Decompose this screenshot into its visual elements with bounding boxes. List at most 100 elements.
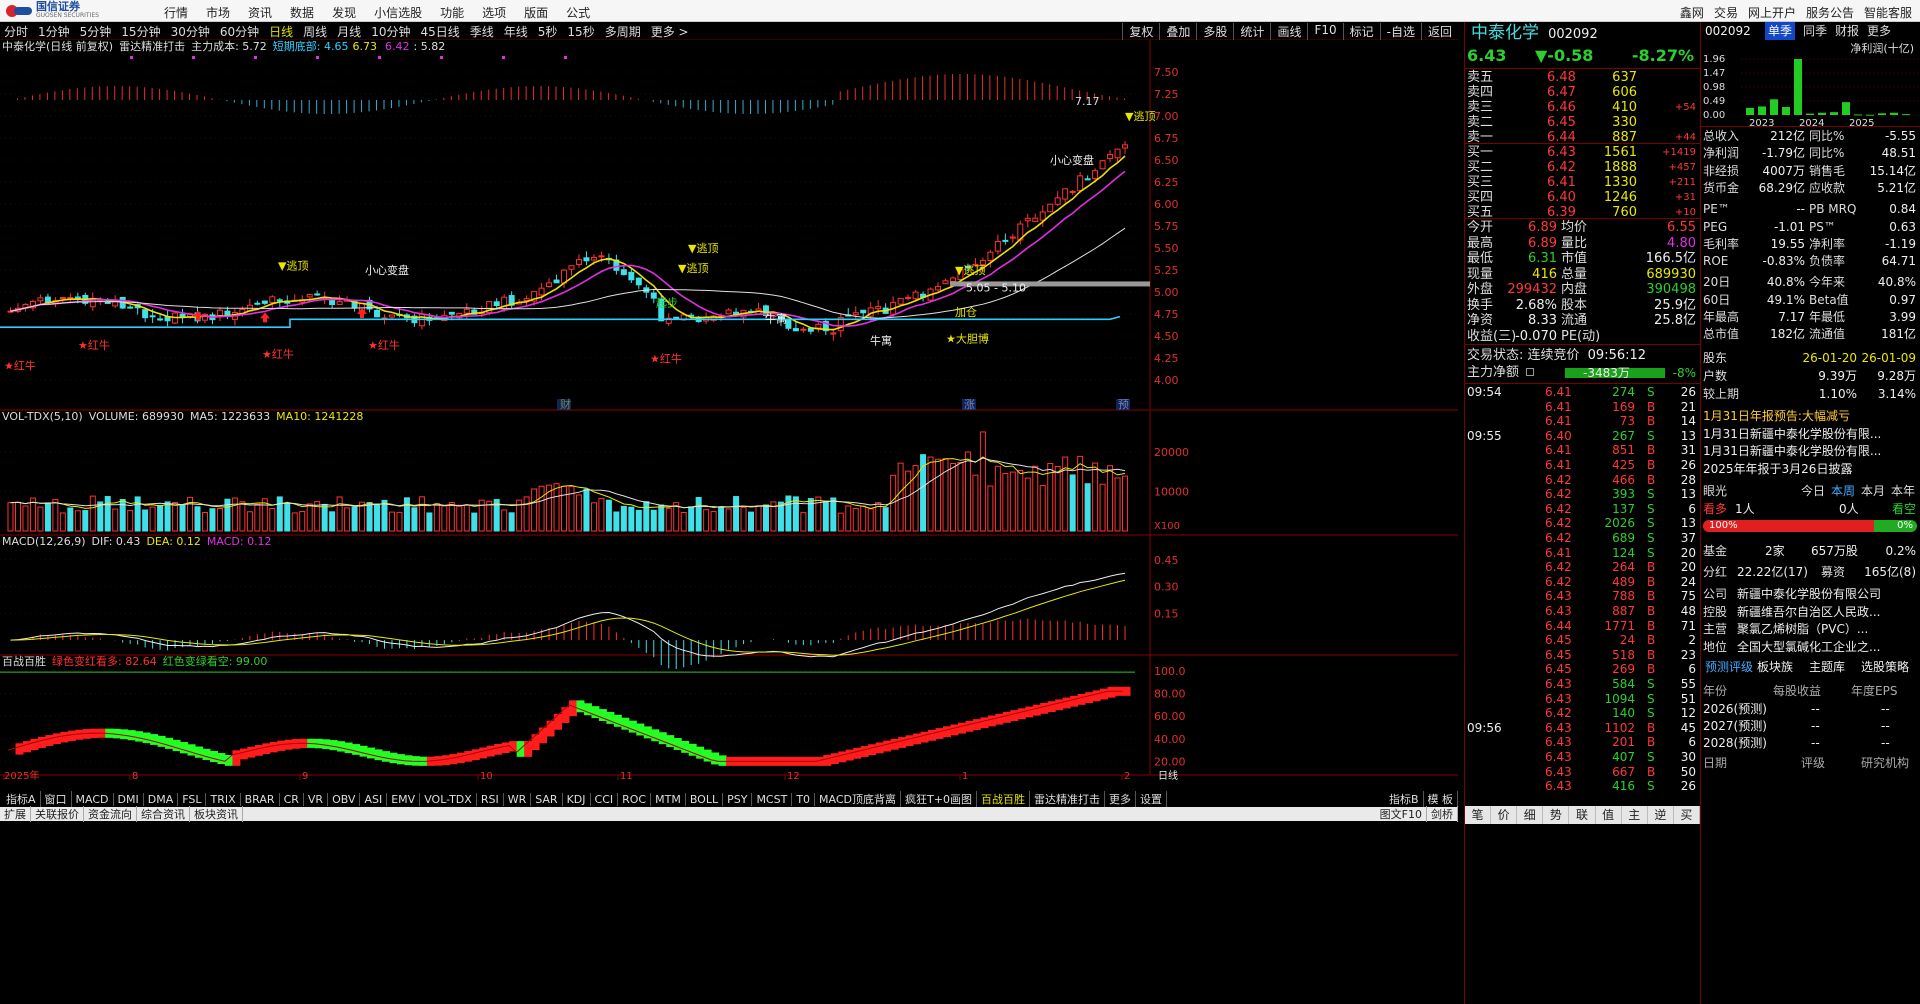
bottom-right-tab[interactable]: 图文F10 bbox=[1376, 806, 1427, 822]
indicator-tab[interactable]: MTM bbox=[651, 792, 686, 806]
period-tab[interactable]: 更多 > bbox=[651, 23, 689, 40]
menu-item[interactable]: 发现 bbox=[332, 4, 356, 21]
fin-tab[interactable]: 更多 bbox=[1867, 22, 1891, 40]
indicator-tab[interactable]: EMV bbox=[387, 792, 421, 806]
top-link[interactable]: 服务公告 bbox=[1806, 4, 1854, 21]
period-tab[interactable]: 周线 bbox=[303, 23, 327, 40]
indicator-tab[interactable]: MACD顶底背离 bbox=[815, 791, 902, 807]
period-tab[interactable]: 年线 bbox=[504, 23, 528, 40]
indicator-tab[interactable]: ASI bbox=[360, 792, 388, 806]
chart-tool-button[interactable]: 叠加 bbox=[1159, 23, 1196, 40]
bottom-tab[interactable]: 综合资讯 bbox=[137, 806, 190, 822]
indicator-tab[interactable]: 百战百胜 bbox=[977, 791, 1030, 807]
period-tab[interactable]: 10分钟 bbox=[371, 23, 410, 40]
news-item[interactable]: 2025年年报于3月26日披露 bbox=[1701, 461, 1920, 478]
forecast-tab[interactable]: 板块族 bbox=[1757, 658, 1793, 676]
fin-tab[interactable]: 单季 bbox=[1765, 22, 1796, 40]
indicator-b-tab[interactable]: 模 板 bbox=[1424, 791, 1458, 807]
news-item[interactable]: 1月31日新疆中泰化学股份有限... bbox=[1701, 443, 1920, 460]
indicator-tab[interactable]: FSL bbox=[178, 792, 207, 806]
indicator-tab[interactable]: 雷达精准打击 bbox=[1030, 791, 1105, 807]
period-tab[interactable]: 日线 bbox=[269, 23, 293, 40]
chart-tool-button[interactable]: 统计 bbox=[1233, 23, 1270, 40]
indicator-tab[interactable]: KDJ bbox=[563, 792, 591, 806]
indicator-tab[interactable]: RSI bbox=[477, 792, 504, 806]
period-tab[interactable]: 15秒 bbox=[567, 23, 594, 40]
quote-view-tab[interactable]: 逆 bbox=[1648, 806, 1674, 824]
bottom-right-tab[interactable]: 剑桥 bbox=[1427, 806, 1458, 822]
indicator-tab[interactable]: 疯狂T+0画图 bbox=[901, 791, 977, 807]
chart-tool-button[interactable]: F10 bbox=[1307, 23, 1342, 40]
indicator-tab[interactable]: 窗口 bbox=[41, 791, 72, 807]
opinion-period-tab[interactable]: 本月 bbox=[1861, 482, 1885, 500]
menu-item[interactable]: 行情 bbox=[164, 4, 188, 21]
period-tab[interactable]: 60分钟 bbox=[220, 23, 259, 40]
news-item[interactable]: 1月31日新疆中泰化学股份有限... bbox=[1701, 426, 1920, 443]
chart-tool-button[interactable]: 多股 bbox=[1196, 23, 1233, 40]
indicator-tab[interactable]: BRAR bbox=[241, 792, 280, 806]
quote-view-tab[interactable]: 联 bbox=[1569, 806, 1596, 824]
indicator-tab[interactable]: CR bbox=[280, 792, 304, 806]
indicator-tab[interactable]: SAR bbox=[531, 792, 563, 806]
indicator-tab[interactable]: VR bbox=[304, 792, 329, 806]
period-tab[interactable]: 15分钟 bbox=[121, 23, 160, 40]
opinion-period-tab[interactable]: 本周 bbox=[1831, 482, 1855, 500]
menu-item[interactable]: 公式 bbox=[566, 4, 590, 21]
order-level[interactable]: 卖五 6.48 637 bbox=[1465, 70, 1700, 85]
forecast-tab[interactable]: 预测评级 bbox=[1705, 658, 1753, 676]
chart-tool-button[interactable]: 画线 bbox=[1270, 23, 1307, 40]
menu-item[interactable]: 数据 bbox=[290, 4, 314, 21]
indicator-tab[interactable]: BOLL bbox=[686, 792, 724, 806]
bottom-tab[interactable]: 扩展 bbox=[0, 806, 31, 822]
indicator-tab[interactable]: DMA bbox=[144, 792, 179, 806]
period-tab[interactable]: 月线 bbox=[337, 23, 361, 40]
quote-view-tab[interactable]: 势 bbox=[1543, 806, 1570, 824]
menu-item[interactable]: 小信选股 bbox=[374, 4, 422, 21]
period-tab[interactable]: 30分钟 bbox=[171, 23, 210, 40]
indicator-tab[interactable]: T0 bbox=[792, 792, 816, 806]
period-tab[interactable]: 5分钟 bbox=[80, 23, 112, 40]
menu-item[interactable]: 选项 bbox=[482, 4, 506, 21]
indicator-tab[interactable]: 指标A bbox=[2, 791, 41, 807]
period-tab[interactable]: 5秒 bbox=[538, 23, 558, 40]
quote-view-tab[interactable]: 笔 bbox=[1465, 806, 1492, 824]
forecast-tab[interactable]: 主题库 bbox=[1809, 658, 1845, 676]
order-level[interactable]: 卖三 6.46 410 +54 bbox=[1465, 100, 1700, 115]
fin-tab[interactable]: 财报 bbox=[1835, 22, 1859, 40]
opinion-period-tab[interactable]: 今日 bbox=[1801, 482, 1825, 500]
indicator-tab[interactable]: MCST bbox=[752, 792, 793, 806]
forecast-tab[interactable]: 选股策略 bbox=[1861, 658, 1909, 676]
menu-item[interactable]: 市场 bbox=[206, 4, 230, 21]
quote-view-tab[interactable]: 值 bbox=[1596, 806, 1622, 824]
menu-item[interactable]: 版面 bbox=[524, 4, 548, 21]
indicator-tab[interactable]: 更多 bbox=[1105, 791, 1136, 807]
period-tab[interactable]: 1分钟 bbox=[38, 23, 70, 40]
indicator-tab[interactable]: 设置 bbox=[1136, 791, 1167, 807]
opinion-period-tab[interactable]: 本年 bbox=[1891, 482, 1915, 500]
bottom-tab[interactable]: 关联报价 bbox=[31, 806, 84, 822]
bottom-tab[interactable]: 资金流向 bbox=[84, 806, 137, 822]
quote-view-tab[interactable]: 细 bbox=[1517, 806, 1544, 824]
indicator-b-tab[interactable]: 指标B bbox=[1385, 791, 1424, 807]
quote-view-tab[interactable]: 主 bbox=[1622, 806, 1648, 824]
order-level[interactable]: 卖四 6.47 606 bbox=[1465, 85, 1700, 100]
period-tab[interactable]: 季线 bbox=[470, 23, 494, 40]
fin-tab[interactable]: 同季 bbox=[1803, 22, 1827, 40]
chart-tool-button[interactable]: 复权 bbox=[1122, 23, 1159, 40]
order-level[interactable]: 买三 6.41 1330 +211 bbox=[1465, 175, 1700, 190]
indicator-tab[interactable]: OBV bbox=[328, 792, 361, 806]
top-link[interactable]: 网上开户 bbox=[1748, 4, 1796, 21]
top-link[interactable]: 鑫网 bbox=[1680, 4, 1704, 21]
top-link[interactable]: 交易 bbox=[1714, 4, 1738, 21]
quote-view-tab[interactable]: 价 bbox=[1491, 806, 1518, 824]
order-level[interactable]: 买四 6.40 1246 +31 bbox=[1465, 190, 1700, 205]
quote-view-tab[interactable]: 买 bbox=[1674, 806, 1700, 824]
order-level[interactable]: 买一 6.43 1561 +1419 bbox=[1465, 145, 1700, 160]
chart-tool-button[interactable]: 标记 bbox=[1342, 23, 1380, 40]
period-tab[interactable]: 多周期 bbox=[605, 23, 641, 40]
kline-chart-area[interactable]: 中泰化学(日线 前复权) 雷达精准打击 主力成本: 5.72 短期底部: 4.65 6.… bbox=[0, 40, 1458, 780]
period-tab[interactable]: 45日线 bbox=[420, 23, 459, 40]
indicator-tab[interactable]: ROC bbox=[618, 792, 652, 806]
top-link[interactable]: 智能客服 bbox=[1864, 4, 1912, 21]
indicator-tab[interactable]: MACD bbox=[72, 792, 114, 806]
